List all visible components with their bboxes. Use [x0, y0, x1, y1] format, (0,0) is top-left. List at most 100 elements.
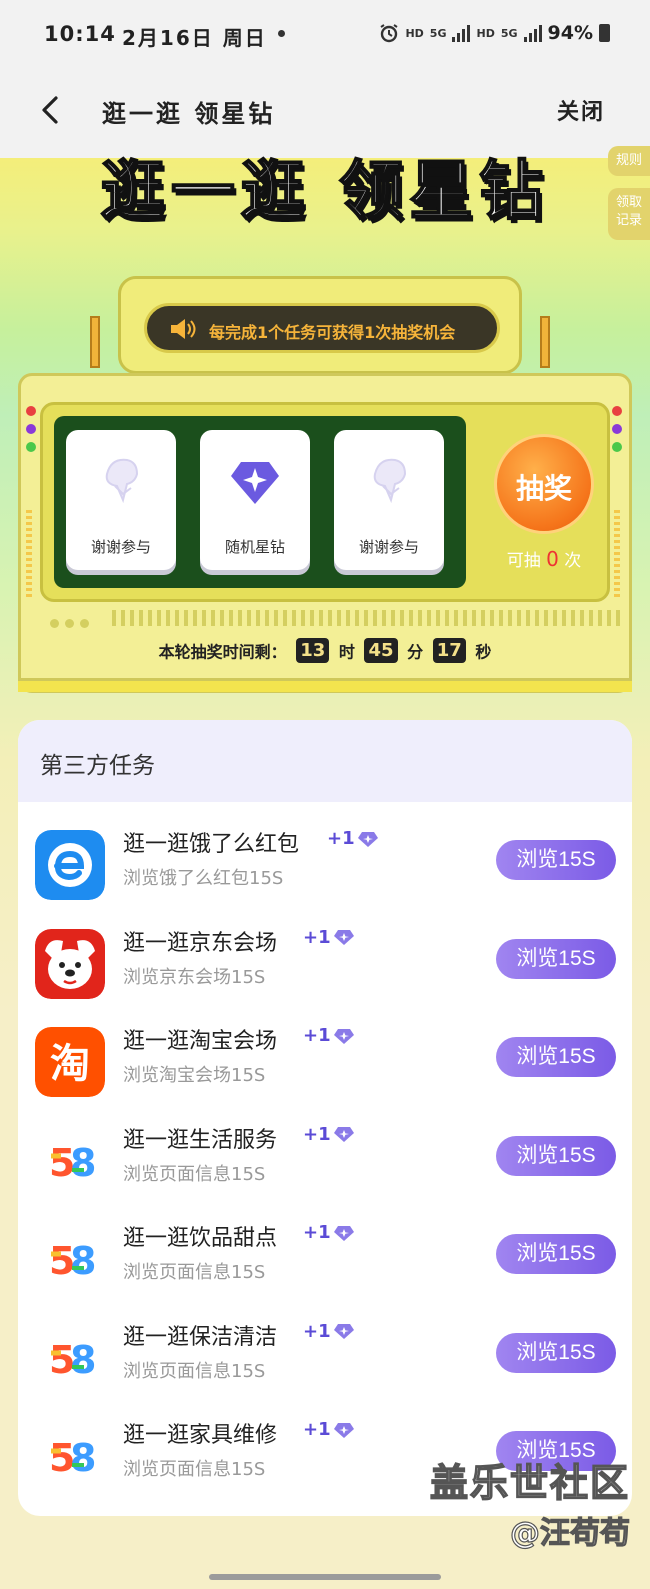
star-diamond-icon: [231, 462, 279, 504]
hd-label: HD: [405, 26, 424, 40]
prize-label: 谢谢参与: [90, 538, 151, 556]
reward-value: +1: [327, 828, 355, 849]
diamond-icon: [333, 1324, 354, 1339]
task-row: 5 8 逛一逛保洁清洁 +1 浏览页面信息15S 浏览15S: [18, 1313, 632, 1411]
lamp-purple-left: [26, 424, 36, 434]
browse-button[interactable]: 浏览15S: [496, 1234, 616, 1274]
task-panel: 第三方任务 逛一逛饿了么红包 +1 浏览饿了么红包15S 浏览15S 逛一逛京东会场 +1…: [18, 720, 632, 1516]
draw-count-suffix: 次: [564, 551, 582, 571]
timer-seconds: 17: [432, 638, 466, 663]
machine-handle-right: [540, 316, 550, 368]
task-subtitle: 浏览京东会场15S: [123, 966, 266, 988]
reward-value: +1: [303, 926, 331, 948]
home-indicator[interactable]: [209, 1574, 441, 1580]
task-subtitle: 浏览页面信息15S: [123, 1459, 266, 1480]
task-reward: +1: [303, 1124, 355, 1145]
browse-button[interactable]: 浏览15S: [496, 1135, 616, 1176]
page-title: 逛一逛 领星钻: [102, 100, 276, 128]
draw-button[interactable]: 抽奖: [494, 434, 594, 534]
svg-text:8: 8: [70, 1239, 96, 1283]
svg-text:8: 8: [70, 1141, 96, 1185]
task-title: 逛一逛保洁清洁: [123, 1324, 278, 1350]
prize-label: 随机星钻: [224, 538, 285, 556]
reward-value: +1: [303, 1419, 331, 1440]
browse-button[interactable]: 浏览15S: [496, 840, 616, 880]
reward-value: +1: [303, 1222, 331, 1243]
task-banner: 每完成1个任务可获得1次抽奖机会: [144, 303, 500, 353]
timer-seconds-unit: 秒: [475, 642, 492, 662]
machine-handle-left: [90, 316, 100, 368]
reward-value: +1: [303, 1320, 331, 1342]
task-reward: +1: [303, 1419, 355, 1440]
task-title: 逛一逛饿了么红包: [123, 832, 300, 857]
lamp-red-left: [26, 406, 36, 416]
jd-logo: [35, 928, 105, 999]
back-arrow-icon[interactable]: [36, 94, 68, 126]
browse-button[interactable]: 浏览15S: [496, 1037, 616, 1077]
lamp-green-left: [26, 442, 36, 452]
indicator-bars-left: [26, 510, 32, 600]
diamond-icon: [333, 1028, 354, 1044]
rules-tab[interactable]: 规则: [608, 146, 650, 176]
58-logo: 58: [35, 1224, 105, 1294]
records-tab[interactable]: 领取记录: [608, 188, 650, 240]
task-subtitle: 浏览淘宝会场15S: [123, 1065, 266, 1086]
task-title: 逛一逛家具维修: [123, 1423, 278, 1448]
task-title: 逛一逛京东会场: [123, 930, 278, 956]
task-row: 5 8 逛一逛饮品甜点 +1 浏览页面信息15S 浏览15S: [18, 1214, 632, 1312]
draw-count-prefix: 可抽: [506, 551, 541, 571]
watermark-brand: 盖乐世社区: [429, 1460, 630, 1506]
prize-card: 谢谢参与: [334, 430, 444, 570]
svg-text:8: 8: [70, 1436, 96, 1480]
watermark-user: @汪苟苟: [509, 1515, 630, 1551]
timer-label: 本轮抽奖时间剩：: [158, 642, 287, 662]
task-subtitle: 浏览页面信息15S: [123, 1360, 266, 1382]
speaker-grille: [112, 610, 622, 626]
draw-button-label: 抽奖: [515, 472, 572, 505]
prize-label: 谢谢参与: [358, 538, 419, 556]
network-type-label-2: 5G: [500, 26, 518, 40]
hd-label-2: HD: [476, 26, 495, 40]
banner-text: 每完成1个任务可获得1次抽奖机会: [209, 323, 456, 342]
status-icons: HD 5G HD 5G 94%: [379, 22, 610, 44]
hero-heading: 逛一逛 领星钻: [100, 154, 550, 230]
eleme-logo: [35, 830, 105, 900]
timer-minutes: 45: [364, 638, 398, 663]
task-subtitle: 浏览饿了么红包15S: [123, 868, 284, 889]
timer-minutes-unit: 分: [407, 642, 424, 662]
58-logo: 58: [35, 1323, 105, 1393]
status-bar: 10:14 2月16日 周日 HD 5G HD 5G 94%: [0, 0, 650, 70]
signal-icon: [452, 24, 471, 42]
browse-button[interactable]: 浏览15S: [496, 938, 616, 979]
thanks-icon: [373, 458, 407, 504]
browse-button[interactable]: 浏览15S: [496, 1332, 616, 1373]
lamp-purple-right: [612, 424, 622, 434]
58-logo: 58: [35, 1421, 105, 1491]
diamond-icon: [333, 1127, 354, 1142]
reward-value: +1: [303, 1025, 331, 1046]
task-reward: +1: [303, 1222, 355, 1243]
task-reward: +1: [327, 828, 379, 849]
diamond-icon: [333, 930, 354, 945]
svg-text:淘: 淘: [50, 1041, 90, 1087]
signal-icon-2: [523, 24, 542, 42]
diamond-icon: [333, 1225, 354, 1241]
task-reward: +1: [303, 1321, 355, 1342]
alarm-icon: [380, 24, 399, 43]
countdown-timer: 本轮抽奖时间剩： 13 时 45 分 17 秒: [0, 638, 650, 663]
reward-value: +1: [303, 1123, 331, 1145]
notification-dot-icon: [278, 30, 285, 37]
task-row: 逛一逛饿了么红包 +1 浏览饿了么红包15S 浏览15S: [18, 820, 632, 918]
task-reward: +1: [303, 1025, 355, 1046]
draw-count: 可抽 0 次: [494, 546, 594, 571]
task-row: 5 8 逛一逛生活服务 +1 浏览页面信息15S 浏览15S: [18, 1116, 632, 1214]
58-logo: 58: [35, 1126, 105, 1196]
close-button[interactable]: 关闭: [557, 94, 605, 126]
thanks-icon: [105, 458, 139, 504]
task-subtitle: 浏览页面信息15S: [123, 1262, 266, 1283]
task-panel-header: 第三方任务: [18, 720, 632, 802]
diamond-icon: [333, 1422, 354, 1438]
task-title: 逛一逛饮品甜点: [123, 1226, 278, 1251]
task-row: 逛一逛京东会场 +1 浏览京东会场15S 浏览15S: [18, 919, 632, 1017]
speaker-icon: [171, 319, 196, 339]
